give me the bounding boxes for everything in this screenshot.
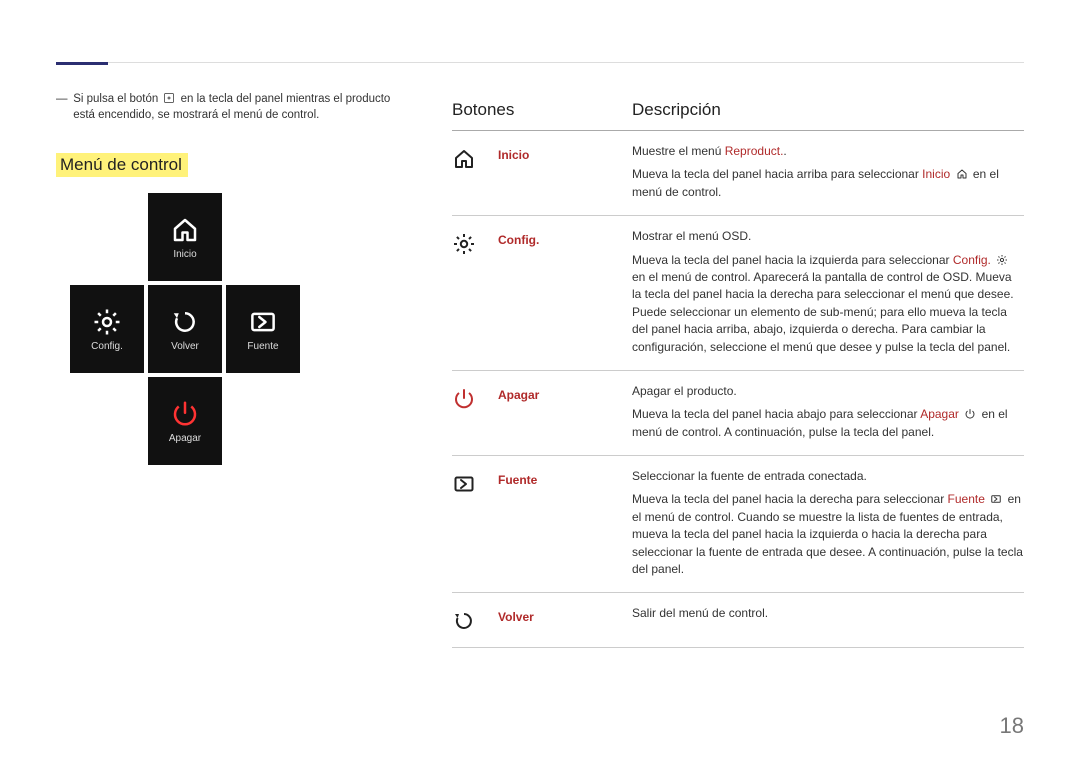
- row-name: Config.: [498, 228, 632, 249]
- row-lead: Mostrar el menú OSD.: [632, 228, 1024, 245]
- page-number: 18: [1000, 713, 1024, 739]
- dpad-left-label: Config.: [91, 341, 123, 352]
- dpad-center-volver: Volver: [148, 285, 222, 373]
- row-body: Mueva la tecla del panel hacia abajo par…: [632, 406, 1024, 441]
- table-row: Volver Salir del menú de control.: [452, 593, 1024, 648]
- dpad-top-inicio: Inicio: [148, 193, 222, 281]
- return-icon: [452, 605, 498, 633]
- power-icon: [170, 399, 200, 429]
- table-row: Fuente Seleccionar la fuente de entrada …: [452, 456, 1024, 593]
- table-header-buttons: Botones: [452, 100, 632, 120]
- dpad-bottom-label: Apagar: [169, 433, 201, 444]
- header-accent: [56, 62, 108, 65]
- gear-icon: [996, 254, 1008, 266]
- home-icon: [452, 143, 498, 171]
- source-icon: [990, 493, 1002, 505]
- dpad-right-label: Fuente: [247, 341, 278, 352]
- power-icon: [452, 383, 498, 411]
- dpad-right-fuente: Fuente: [226, 285, 300, 373]
- row-name: Inicio: [498, 143, 632, 164]
- table-row: Inicio Muestre el menú Reproduct.. Mueva…: [452, 131, 1024, 216]
- dpad-center-label: Volver: [171, 341, 199, 352]
- row-name: Fuente: [498, 468, 632, 489]
- gear-icon: [92, 307, 122, 337]
- home-icon: [170, 215, 200, 245]
- row-body: Mueva la tecla del panel hacia la izquie…: [632, 252, 1024, 356]
- buttons-table: Botones Descripción Inicio Muestre el me…: [452, 92, 1024, 648]
- return-icon: [170, 307, 200, 337]
- dpad: Inicio Config. Volver Fuente Apagar: [68, 193, 308, 473]
- header-rule: [56, 62, 1024, 63]
- dpad-bottom-apagar: Apagar: [148, 377, 222, 465]
- row-body: Salir del menú de control.: [632, 605, 1024, 622]
- dpad-top-label: Inicio: [173, 249, 196, 260]
- power-icon: [964, 408, 976, 420]
- dpad-left-config: Config.: [70, 285, 144, 373]
- home-icon: [956, 168, 968, 180]
- note-text-prefix: Si pulsa el botón: [73, 93, 161, 105]
- table-row: Config. Mostrar el menú OSD. Mueva la te…: [452, 216, 1024, 371]
- source-icon: [248, 307, 278, 337]
- row-lead: Apagar el producto.: [632, 383, 1024, 400]
- note: ― Si pulsa el botón en la tecla del pane…: [56, 92, 426, 123]
- table-header-description: Descripción: [632, 100, 1024, 120]
- row-lead: Seleccionar la fuente de entrada conecta…: [632, 468, 1024, 485]
- source-icon: [452, 468, 498, 496]
- panel-key-icon: [163, 92, 175, 104]
- row-body: Mueva la tecla del panel hacia la derech…: [632, 491, 1024, 578]
- gear-icon: [452, 228, 498, 256]
- row-name: Apagar: [498, 383, 632, 404]
- control-menu-heading: Menú de control: [56, 153, 188, 177]
- row-lead: Muestre el menú Reproduct..: [632, 143, 1024, 160]
- row-name: Volver: [498, 605, 632, 626]
- row-body: Mueva la tecla del panel hacia arriba pa…: [632, 166, 1024, 201]
- table-row: Apagar Apagar el producto. Mueva la tecl…: [452, 371, 1024, 456]
